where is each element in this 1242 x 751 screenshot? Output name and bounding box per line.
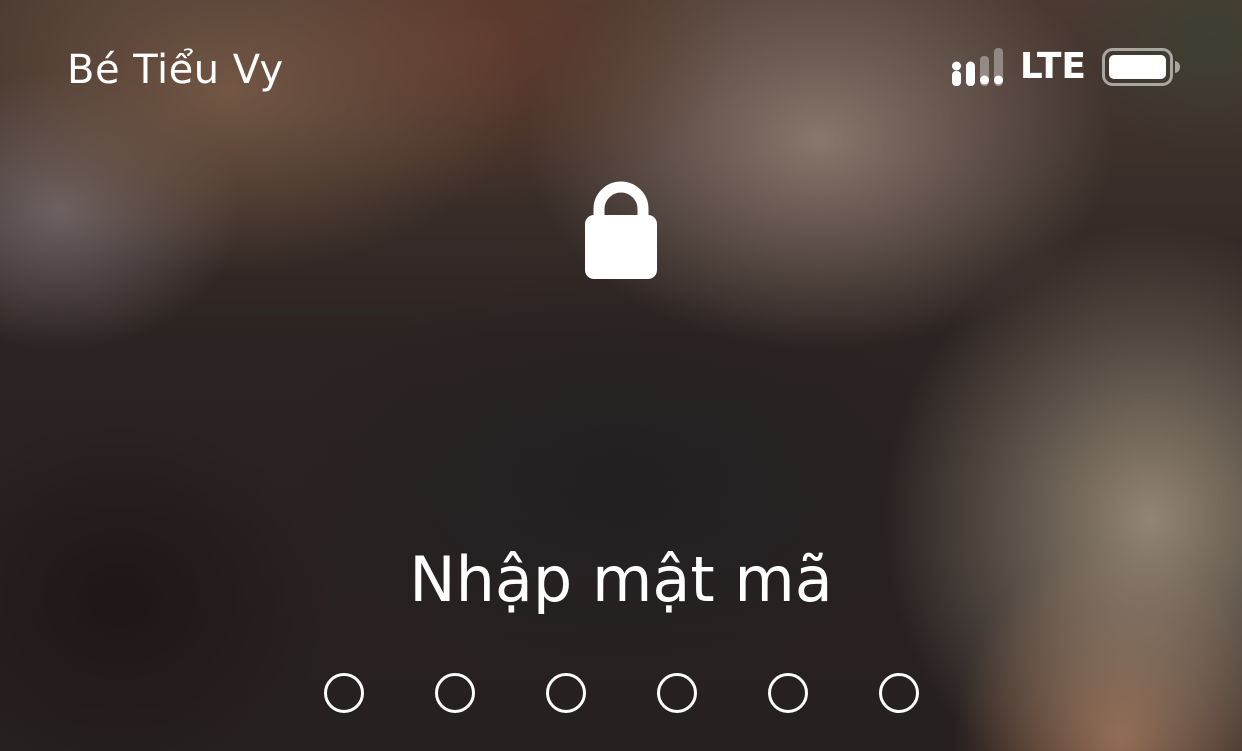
signal-strength-icon	[951, 48, 1003, 86]
passcode-dot	[879, 673, 919, 713]
carrier-name: Bé Tiểu Vy	[67, 47, 284, 93]
passcode-dot	[768, 673, 808, 713]
status-indicators: LTE	[951, 46, 1182, 87]
battery-fill	[1109, 55, 1166, 79]
network-type: LTE	[1019, 46, 1086, 87]
battery-icon	[1102, 48, 1180, 86]
passcode-prompt: Nhập mật mã	[409, 543, 833, 616]
passcode-dot	[324, 673, 364, 713]
padlock-icon	[585, 181, 657, 279]
passcode-dots	[324, 673, 919, 713]
passcode-dot	[435, 673, 475, 713]
passcode-dot	[546, 673, 586, 713]
status-bar: Bé Tiểu Vy LTE	[0, 0, 1242, 140]
passcode-dot	[657, 673, 697, 713]
